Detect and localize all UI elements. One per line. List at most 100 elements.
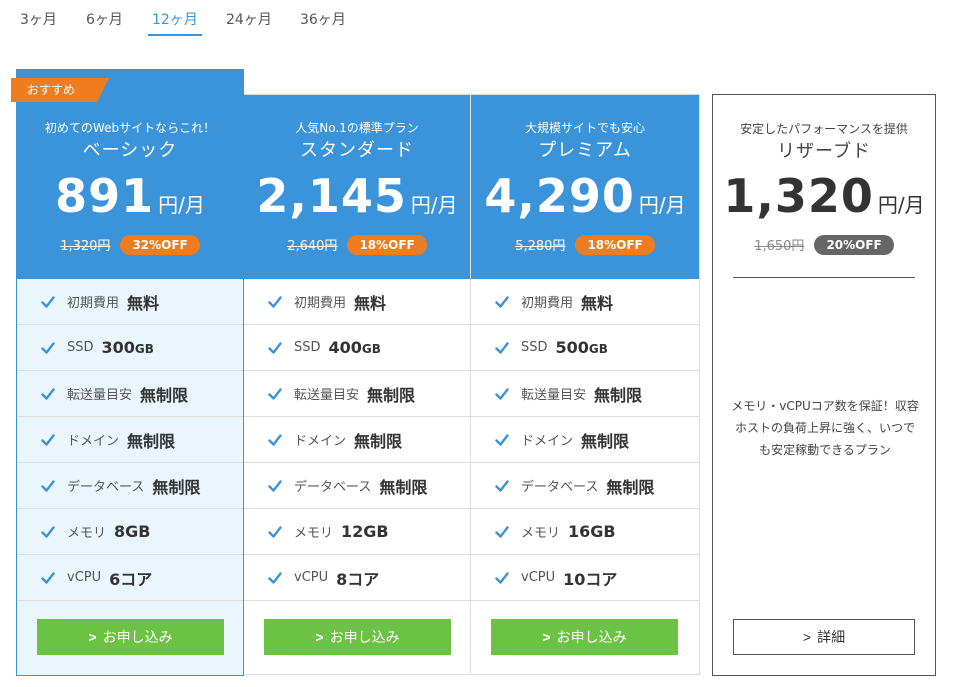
check-icon [41, 387, 55, 400]
detail-button-label: 詳細 [817, 629, 846, 645]
plan-card-reserved: 安定したパフォーマンスを提供 リザーブド 1,320 円/月 1,650円 20%O… [712, 94, 936, 676]
discount-row: 2,640円 18%OFF [244, 234, 470, 255]
feature-row: メモリ 12GB [244, 509, 470, 555]
feature-row: ドメイン 無制限 [471, 417, 699, 463]
feature-label: ドメイン [521, 434, 574, 449]
feature-value-unit: GB [588, 342, 608, 356]
plan-card-basic: おすすめ 初めてのWebサイトならこれ！ ベーシック 891 円/月 1,320円 32%O… [11, 69, 244, 676]
feature-row: vCPU 10コア [471, 555, 699, 601]
feature-value: 無制限 [354, 428, 402, 452]
tab-6-months[interactable]: 6ヶ月 [86, 9, 123, 29]
feature-row: ドメイン 無制限 [244, 417, 470, 463]
feature-row: vCPU 8コア [244, 555, 470, 601]
plan-price: 1,320 [723, 169, 874, 223]
recommend-ribbon: おすすめ [11, 78, 109, 102]
feature-value: 400GB [329, 338, 381, 357]
feature-label: 転送量目安 [294, 388, 360, 403]
check-icon [268, 341, 282, 354]
feature-label: vCPU [67, 570, 102, 585]
check-icon [268, 295, 282, 308]
feature-label: 初期費用 [67, 296, 120, 311]
tab-36-months[interactable]: 36ヶ月 [300, 9, 346, 29]
discount-badge: 18%OFF [575, 234, 655, 255]
tab-3-months[interactable]: 3ヶ月 [20, 9, 57, 29]
feature-value-text: 6コア [109, 569, 153, 589]
feature-value: 500GB [556, 338, 608, 357]
feature-row: SSD 500GB [471, 325, 699, 371]
detail-button[interactable]: > 詳細 [733, 619, 915, 655]
feature-row: 転送量目安 無制限 [244, 371, 470, 417]
feature-value-text: 無制限 [140, 385, 189, 405]
price-row: 1,320 円/月 [713, 169, 935, 223]
feature-value: 無制限 [581, 428, 629, 452]
feature-row: データベース 無制限 [471, 463, 699, 509]
apply-button[interactable]: > お申し込み [264, 619, 451, 655]
check-icon [495, 295, 509, 308]
plan-header: 人気No.1の標準プラン スタンダード 2,145 円/月 2,640円 18%OFF [244, 95, 470, 279]
plan-tagline: 初めてのWebサイトならこれ！ [44, 121, 216, 135]
chevron-right-icon: > [802, 629, 812, 645]
check-icon [41, 525, 55, 538]
feature-label: データベース [521, 480, 599, 495]
plan-name: スタンダード [300, 140, 414, 161]
feature-value-unit: GB [361, 342, 381, 356]
feature-value: 12GB [341, 522, 389, 541]
feature-value-text: 無制限 [594, 385, 643, 405]
old-price: 1,320円 [60, 239, 111, 254]
discount-badge: 20%OFF [814, 234, 894, 255]
feature-row: メモリ 16GB [471, 509, 699, 555]
feature-value-text: 10コア [563, 569, 618, 589]
feature-label: SSD [521, 340, 548, 355]
feature-value-text: 無制限 [581, 431, 630, 451]
check-icon [495, 433, 509, 446]
feature-row: データベース 無制限 [244, 463, 470, 509]
plan-price: 4,290 [484, 169, 635, 223]
apply-button-label: お申し込み [329, 629, 400, 645]
plan-card-standard: 人気No.1の標準プラン スタンダード 2,145 円/月 2,640円 18%OFF 初期… [244, 94, 471, 675]
plan-description: メモリ・vCPUコア数を保証！収容ホストの負荷上昇に強く、いつでも安定稼動できる… [731, 399, 919, 457]
discount-badge: 18%OFF [347, 234, 427, 255]
feature-list: 初期費用 無料 SSD 300GB 転送量目安 無制限 ドメイン 無制限 データベース 無制限 メモ… [17, 279, 243, 601]
feature-value: 無制限 [594, 382, 642, 406]
plan-price: 2,145 [256, 169, 407, 223]
check-icon [41, 433, 55, 446]
feature-value: 無制限 [152, 474, 200, 498]
feature-value-text: 無料 [354, 293, 387, 313]
check-icon [41, 341, 55, 354]
plan-name: プレミアム [538, 140, 632, 161]
feature-row: データベース 無制限 [17, 463, 243, 509]
check-icon [268, 479, 282, 492]
plan-price: 891 [55, 169, 155, 223]
feature-row: 転送量目安 無制限 [471, 371, 699, 417]
feature-value-text: 400 [328, 338, 362, 357]
discount-row: 5,280円 18%OFF [471, 234, 699, 255]
feature-row: メモリ 8GB [17, 509, 243, 555]
feature-list: 初期費用 無料 SSD 400GB 転送量目安 無制限 ドメイン 無制限 データベース 無制限 メモ… [244, 279, 470, 601]
feature-value: 無制限 [127, 428, 175, 452]
apply-button[interactable]: > お申し込み [37, 619, 224, 655]
tab-24-months[interactable]: 24ヶ月 [226, 9, 272, 29]
feature-value: 300GB [102, 338, 154, 357]
feature-value-text: 16GB [568, 522, 616, 541]
feature-value: 8コア [336, 566, 379, 590]
chevron-right-icon: > [315, 629, 324, 645]
feature-value-unit: GB [134, 342, 154, 356]
price-unit: 円/月 [410, 193, 458, 217]
feature-value-text: 無制限 [606, 477, 655, 497]
plan-name: リザーブド [777, 141, 871, 162]
feature-label: 転送量目安 [67, 388, 133, 403]
feature-value-text: 8コア [336, 569, 380, 589]
feature-value-text: 無料 [581, 293, 614, 313]
check-icon [495, 387, 509, 400]
feature-label: 転送量目安 [521, 388, 587, 403]
plan-header: おすすめ 初めてのWebサイトならこれ！ ベーシック 891 円/月 1,320円 32%O… [11, 70, 243, 279]
feature-value-text: 無料 [127, 293, 160, 313]
price-unit: 円/月 [877, 193, 925, 217]
apply-button[interactable]: > お申し込み [491, 619, 678, 655]
apply-button-label: お申し込み [556, 629, 627, 645]
tab-12-months[interactable]: 12ヶ月 [152, 9, 198, 29]
plan-header: 大規模サイトでも安心 プレミアム 4,290 円/月 5,280円 18%OFF [471, 95, 699, 279]
feature-value: 無制限 [367, 382, 415, 406]
feature-row: 初期費用 無料 [17, 279, 243, 325]
feature-value-text: 無制限 [379, 477, 428, 497]
